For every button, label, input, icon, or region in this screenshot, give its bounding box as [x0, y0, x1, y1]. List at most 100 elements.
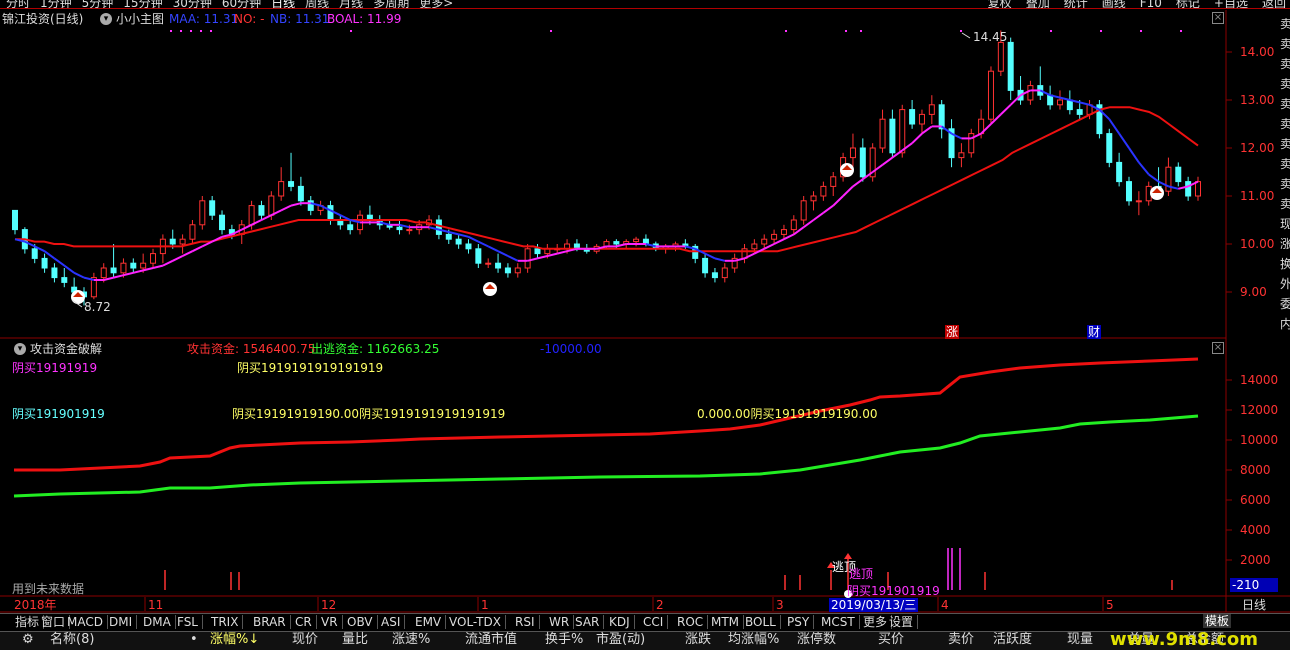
- ma-short-segment: [704, 252, 716, 260]
- indicator-tab[interactable]: CCI: [643, 615, 669, 629]
- signal-dot: [550, 30, 552, 32]
- template-button[interactable]: 模板: [1203, 614, 1232, 628]
- period-tab-7[interactable]: 周线: [305, 0, 329, 8]
- signal-text-1: 阴买19191919: [12, 361, 98, 375]
- gear-icon[interactable]: ⚙: [22, 633, 34, 647]
- column-header[interactable]: 均涨幅%: [728, 633, 779, 647]
- column-header[interactable]: 卖价: [948, 633, 974, 647]
- yaxis-tick-label: 10.00: [1240, 237, 1275, 251]
- column-header[interactable]: 涨跌: [685, 633, 711, 647]
- indicator-tab[interactable]: SAR: [575, 615, 605, 629]
- period-toolbar: 分时 1分钟 5分钟 15分钟 30分钟 60分钟 日线 周线 月线 多周期 更多> 复权 叠加 统计 画…: [0, 0, 1290, 9]
- indicator-tab[interactable]: WR: [549, 615, 575, 629]
- period-tab-4[interactable]: 30分钟: [173, 0, 212, 8]
- period-tab-9[interactable]: 多周期: [373, 0, 409, 8]
- column-header[interactable]: •: [190, 633, 198, 647]
- close-icon[interactable]: ×: [1212, 342, 1224, 354]
- ma-short-segment: [24, 240, 36, 248]
- period-tab-2[interactable]: 5分钟: [82, 0, 114, 8]
- indicator-tab[interactable]: KDJ: [609, 615, 635, 629]
- indicator-tab[interactable]: MACD: [67, 615, 108, 629]
- candle-body: [633, 238, 640, 243]
- toolbar-btn-0[interactable]: 复权: [988, 0, 1012, 8]
- indicator-tab[interactable]: EMV: [415, 615, 447, 629]
- candle-body: [100, 267, 107, 279]
- ma-short-segment: [349, 219, 361, 224]
- toolbar-btn-3[interactable]: 画线: [1102, 0, 1126, 8]
- column-header[interactable]: 活跃度: [993, 633, 1032, 647]
- indicator-tab[interactable]: TRIX: [211, 615, 244, 629]
- indicator-tab[interactable]: 更多: [863, 615, 893, 629]
- column-header[interactable]: 量比: [342, 633, 368, 647]
- ma-short-segment: [123, 271, 134, 277]
- ma-short-segment: [261, 214, 272, 221]
- ma-short-segment: [921, 125, 933, 135]
- period-tab-0[interactable]: 分时: [6, 0, 30, 8]
- signal-dot: [1140, 30, 1142, 32]
- indicator-tab[interactable]: BOLL: [745, 615, 781, 629]
- candle-body: [968, 133, 975, 154]
- column-header[interactable]: 市盈(动): [596, 633, 645, 647]
- indicator-tab[interactable]: OBV: [347, 615, 378, 629]
- period-tab-10[interactable]: 更多>: [419, 0, 453, 8]
- toolbar-btn-5[interactable]: 标记: [1176, 0, 1200, 8]
- indicator-tab[interactable]: MCST: [821, 615, 860, 629]
- candle-body: [1145, 185, 1152, 202]
- chevron-down-icon[interactable]: ▾: [14, 343, 26, 355]
- column-header[interactable]: 买价: [878, 633, 904, 647]
- candle-body: [1165, 166, 1172, 192]
- indicator-tab[interactable]: PSY: [787, 615, 815, 629]
- indicator-tab[interactable]: 窗口: [41, 615, 71, 629]
- indicator-tab[interactable]: MTM: [711, 615, 745, 629]
- period-tab-1[interactable]: 1分钟: [40, 0, 72, 8]
- indicator-tab[interactable]: DMA: [143, 615, 176, 629]
- ma-short-segment: [862, 171, 874, 181]
- column-header[interactable]: 名称(8): [50, 633, 94, 647]
- indicator-tab[interactable]: DMI: [109, 615, 138, 629]
- column-header[interactable]: 涨速%: [392, 633, 430, 647]
- ma-short-segment: [941, 125, 953, 135]
- period-label[interactable]: 日线: [1242, 598, 1266, 612]
- column-header[interactable]: 现价: [292, 633, 318, 647]
- column-header[interactable]: 涨停数: [797, 633, 836, 647]
- stock-title[interactable]: 锦江投资(日线): [2, 12, 83, 26]
- period-tab-3[interactable]: 15分钟: [123, 0, 162, 8]
- toolbar-btn-2[interactable]: 统计: [1064, 0, 1088, 8]
- indicator-tab[interactable]: ROC: [677, 615, 709, 629]
- candle-body: [71, 286, 78, 293]
- candle-body: [1096, 104, 1103, 135]
- indicator-tab[interactable]: BRAR: [253, 615, 291, 629]
- toolbar-btn-1[interactable]: 叠加: [1026, 0, 1050, 8]
- candle-body: [219, 214, 226, 231]
- ma-short-segment: [14, 238, 26, 243]
- indicator-tab[interactable]: FSL: [177, 615, 203, 629]
- chevron-down-icon[interactable]: ▾: [100, 13, 112, 25]
- candle-body: [12, 209, 18, 231]
- ma-short-segment: [339, 214, 351, 221]
- candle-body: [899, 109, 906, 154]
- column-header[interactable]: 换手%: [545, 633, 583, 647]
- column-header[interactable]: 现量: [1067, 633, 1093, 647]
- month-label: 12: [321, 598, 337, 612]
- boal-value: BOAL: 11.99: [327, 12, 402, 26]
- indicator-tab[interactable]: VOL-TDX: [449, 615, 506, 629]
- sub-indicator-name[interactable]: 攻击资金破解: [30, 342, 102, 356]
- close-icon[interactable]: ×: [1212, 12, 1224, 24]
- period-tab-8[interactable]: 月线: [339, 0, 363, 8]
- toolbar-btn-6[interactable]: +自选: [1214, 0, 1248, 8]
- period-tab-5[interactable]: 60分钟: [222, 0, 261, 8]
- candle-body: [376, 219, 383, 226]
- column-header[interactable]: 流通市值: [465, 633, 517, 647]
- toolbar-btn-7[interactable]: 返回: [1262, 0, 1286, 8]
- indicator-tab[interactable]: VR: [321, 615, 343, 629]
- indicator-tab[interactable]: 指标: [15, 615, 45, 629]
- indicator-tab[interactable]: RSI: [515, 615, 540, 629]
- candle-body: [879, 118, 886, 149]
- indicator-tab[interactable]: ASI: [381, 615, 406, 629]
- toolbar-btn-4[interactable]: F10: [1140, 0, 1162, 8]
- indicator-tab[interactable]: CR: [295, 615, 317, 629]
- indicator-tab[interactable]: 设置: [889, 615, 919, 629]
- column-header[interactable]: 涨幅%↓: [210, 633, 259, 647]
- indicator-name[interactable]: 小小主图: [116, 12, 164, 26]
- period-tab-6[interactable]: 日线: [271, 0, 295, 8]
